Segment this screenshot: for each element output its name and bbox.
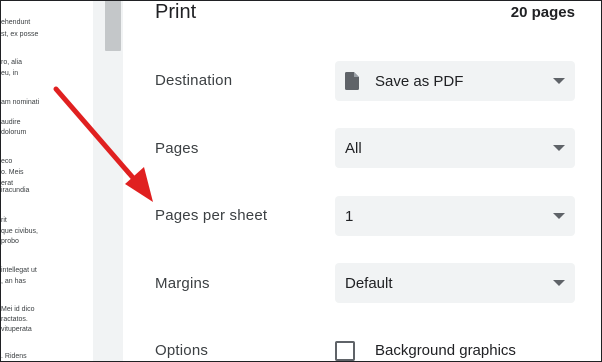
pages-select[interactable]: All [335,128,575,168]
preview-text-line: eu, in [1,70,19,77]
destination-value: Save as PDF [375,73,464,90]
preview-text-line: vituperata [1,326,32,333]
page-title: Print [155,1,197,23]
page-count: 20 pages [510,4,575,21]
preview-text-line: , an has [1,278,26,285]
background-graphics-checkbox[interactable] [335,341,355,361]
print-dialog: ehendunt st, ex posse ro, alia eu, in am… [0,0,602,362]
destination-label: Destination [155,72,233,89]
preview-scrollbar[interactable] [105,1,121,51]
preview-scroll-track [93,1,123,361]
chevron-down-icon [553,145,565,151]
preview-text-line: ro, alia [1,59,23,66]
preview-text-line: Mei id dico [1,306,35,313]
margins-select[interactable]: Default [335,263,575,303]
pages-per-sheet-value: 1 [345,208,354,225]
background-graphics-label[interactable]: Background graphics [375,342,516,359]
preview-text-line: audire [1,119,21,126]
preview-text-line: ehendunt [1,19,31,26]
pages-value: All [345,140,362,157]
settings-panel: Print 20 pages Destination Save as PDF P… [123,1,601,361]
chevron-down-icon [553,78,565,84]
chevron-down-icon [553,280,565,286]
print-preview: ehendunt st, ex posse ro, alia eu, in am… [1,1,94,361]
pages-per-sheet-select[interactable]: 1 [335,196,575,236]
preview-text-line: probo [1,238,19,245]
preview-text-line: st, ex posse [1,31,39,38]
preview-text-line: dolorum [1,129,27,136]
chevron-down-icon [553,213,565,219]
options-label: Options [155,342,209,359]
preview-text-line: iracundia [1,187,30,194]
margins-label: Margins [155,275,210,292]
preview-text-line: . Ridens [1,353,27,360]
preview-text-line: rit [1,217,7,224]
destination-select[interactable]: Save as PDF [335,61,575,101]
preview-text-line: que civibus, [1,228,38,235]
pdf-file-icon [345,72,359,90]
preview-text-line: o. Meis [1,169,24,176]
margins-value: Default [345,275,393,292]
preview-text-line: ractatos. [1,316,28,323]
preview-text-line: am nominati [1,99,40,106]
preview-text-line: intellegat ut [1,267,37,274]
pages-per-sheet-label: Pages per sheet [155,207,268,224]
preview-text-line: eco [1,158,13,165]
pages-label: Pages [155,140,199,157]
